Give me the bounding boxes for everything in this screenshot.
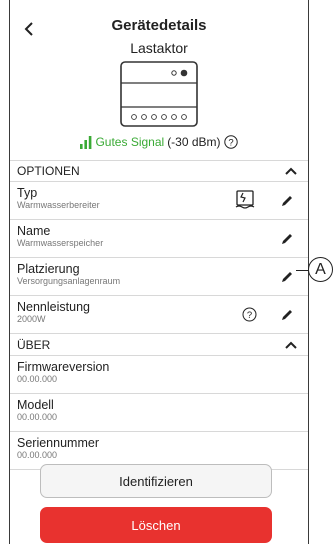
water-heater-icon [235,190,255,209]
row-value: Warmwasserspeicher [17,238,104,248]
pencil-icon[interactable] [280,194,294,208]
row-value: 00.00.000 [17,374,58,384]
signal-strength: (-30 dBm) [167,135,221,149]
row-label: Typ [17,186,38,200]
signal-status: Gutes Signal (-30 dBm) ? [10,135,308,149]
pencil-icon[interactable] [280,270,294,284]
signal-label: Gutes Signal [95,135,165,149]
options-section-header[interactable]: OPTIONEN [10,160,308,182]
pencil-icon[interactable] [280,308,294,322]
about-section-header[interactable]: ÜBER [10,334,308,356]
row-label: Name [17,224,51,238]
option-row-rated-power[interactable]: Nennleistung 2000W ? [10,296,308,334]
identify-button[interactable]: Identifizieren [40,464,272,498]
row-label: Firmwareversion [17,360,110,374]
row-value: 00.00.000 [17,450,58,460]
pencil-icon[interactable] [280,232,294,246]
about-section-label: ÜBER [17,337,51,352]
delete-button[interactable]: Löschen [40,507,272,543]
svg-text:?: ? [228,138,233,149]
row-label: Platzierung [17,262,80,276]
device-details-screen: Gerätedetails Lastaktor Gutes Signal (-3… [9,0,309,544]
svg-text:?: ? [247,310,252,321]
options-section-label: OPTIONEN [17,164,80,178]
signal-bars-icon [80,135,92,149]
header: Gerätedetails Lastaktor Gutes Signal (-3… [10,0,308,160]
page-title: Gerätedetails [111,17,207,34]
option-row-placement[interactable]: Platzierung Versorgungsanlagenraum [10,258,308,296]
about-row-firmware: Firmwareversion 00.00.000 [10,356,308,394]
about-row-model: Modell 00.00.000 [10,394,308,432]
row-label: Nennleistung [17,300,90,314]
chevron-up-icon[interactable] [284,338,298,352]
load-actuator-device-icon [120,61,198,127]
row-label: Modell [17,398,54,412]
row-value: 00.00.000 [17,412,58,422]
help-icon[interactable]: ? [223,135,238,149]
row-value: Versorgungsanlagenraum [17,276,121,286]
help-icon[interactable]: ? [242,307,257,322]
device-type-subtitle: Lastaktor [130,40,188,56]
row-value: Warmwasserbereiter [17,200,100,210]
option-row-name[interactable]: Name Warmwasserspeicher [10,220,308,258]
row-label: Seriennummer [17,436,99,450]
option-row-type[interactable]: Typ Warmwasserbereiter [10,182,308,220]
chevron-up-icon[interactable] [284,164,298,178]
row-value: 2000W [17,314,46,324]
callout-marker: A [308,257,333,282]
callout-letter: A [315,260,326,278]
